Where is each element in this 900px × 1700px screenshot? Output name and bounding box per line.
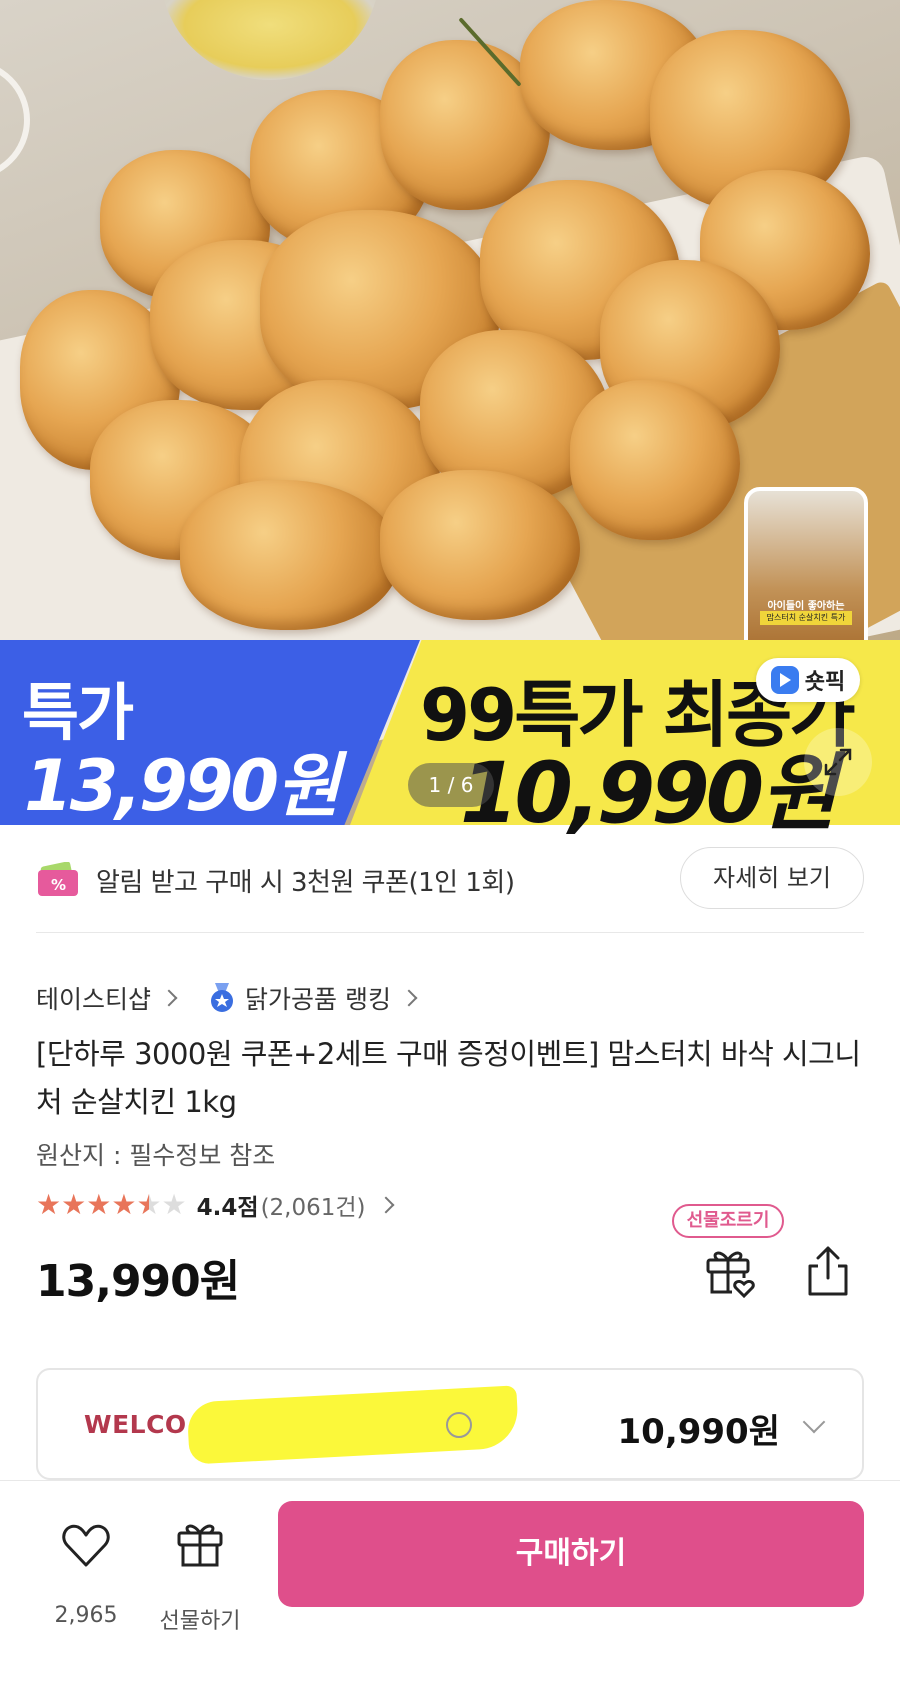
shorts-caption-highlight: 맘스터치 순살치킨 특가 (760, 611, 852, 625)
star-rating: ★ ★ ★ ★ ★ ★ (36, 1190, 187, 1220)
rating-score: 4.4점 (196, 1195, 259, 1221)
review-count: (2,061건) (260, 1195, 366, 1221)
image-sauce-bowl (160, 0, 380, 80)
detail-view-button[interactable]: 자세히 보기 (680, 847, 864, 909)
section-divider (36, 932, 864, 933)
ranking-link[interactable]: 닭가공품 랭킹 (245, 980, 391, 1016)
like-count: 2,965 (54, 1603, 118, 1628)
coupon-name: WELCO (84, 1410, 187, 1439)
coupon-price-selector[interactable]: WELCO 10,990원 (36, 1368, 864, 1480)
gift-request-badge[interactable]: 선물조르기 (672, 1204, 784, 1238)
star-half-icon: ★ (136, 1188, 162, 1221)
heart-icon (62, 1524, 110, 1567)
final-price-amount: 10,990원 (460, 744, 837, 842)
chevron-right-icon (160, 989, 178, 1007)
shorts-caption: 아이들이 좋아하는 (767, 601, 845, 612)
seller-link[interactable]: 테이스티샵 (36, 980, 151, 1016)
gift-label: 선물하기 (159, 1609, 241, 1634)
star-icon: ★ (86, 1188, 112, 1221)
chevron-right-icon (400, 989, 418, 1007)
chevron-right-icon (377, 1196, 395, 1214)
rating-summary[interactable]: ★ ★ ★ ★ ★ ★ 4.4점 (2,061건) (36, 1188, 395, 1222)
product-title: [단하루 3000원 쿠폰+2세트 구매 증정이벤트] 맘스터치 바삭 시그니처… (36, 1037, 861, 1119)
gift-button[interactable]: 선물하기 (152, 1515, 248, 1634)
star-icon: ★ (61, 1188, 87, 1221)
gift-icon (177, 1524, 223, 1567)
expand-button[interactable] (804, 728, 872, 796)
bottom-action-bar: 2,965 선물하기 구매하기 (0, 1480, 900, 1700)
chevron-down-icon (802, 1410, 826, 1434)
coupon-icon: % (36, 861, 80, 898)
coupon-price: 10,990원 (617, 1412, 780, 1452)
shorts-label: 숏픽 (804, 670, 846, 695)
star-icon: ★ (111, 1188, 137, 1221)
star-icon: ★ (36, 1188, 62, 1221)
image-counter: 1 / 6 (408, 763, 494, 807)
expand-icon (824, 748, 852, 776)
notification-coupon-banner: % 알림 받고 구매 시 3천원 쿠폰(1인 1회) 자세히 보기 (36, 845, 864, 915)
sale-tag-price: 13,990원 (24, 745, 341, 827)
buy-button[interactable]: 구매하기 (278, 1501, 864, 1607)
product-price: 13,990원 (36, 1256, 240, 1307)
svg-text:%: % (51, 876, 66, 894)
share-icon[interactable] (804, 1244, 852, 1298)
shorts-button[interactable]: 숏픽 (756, 658, 860, 702)
like-button[interactable]: 2,965 (46, 1515, 126, 1628)
play-icon (770, 666, 799, 694)
gift-icon[interactable] (702, 1244, 756, 1298)
origin-info: 원산지 : 필수정보 참조 (36, 1141, 276, 1170)
info-icon[interactable] (446, 1412, 472, 1438)
image-plate (0, 60, 30, 180)
ranking-medal-icon (211, 983, 234, 1012)
shorts-thumbnail[interactable]: 아이들이 좋아하는 맘스터치 순살치킨 특가 (744, 487, 868, 659)
star-empty-icon: ★ (161, 1188, 187, 1221)
coupon-banner-text: 알림 받고 구매 시 3천원 쿠폰(1인 1회) (96, 867, 515, 898)
breadcrumb: 테이스티샵 닭가공품 랭킹 (36, 980, 439, 1016)
